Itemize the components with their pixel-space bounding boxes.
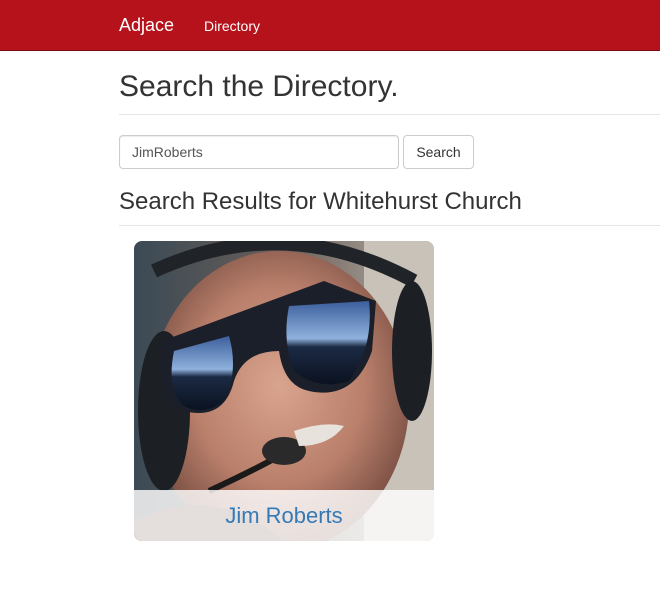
title-divider: [119, 114, 660, 115]
page-title: Search the Directory.: [119, 70, 399, 103]
top-navbar: Adjace Directory: [0, 0, 660, 51]
search-button[interactable]: Search: [403, 135, 474, 169]
result-card[interactable]: Jim Roberts: [134, 241, 434, 541]
brand-logo-link[interactable]: Adjace: [119, 15, 174, 35]
search-input[interactable]: [119, 135, 399, 169]
nav-link-directory[interactable]: Directory: [204, 17, 260, 35]
results-heading: Search Results for Whitehurst Church: [119, 188, 522, 215]
result-name-link[interactable]: Jim Roberts: [134, 490, 434, 541]
results-divider: [119, 225, 660, 226]
